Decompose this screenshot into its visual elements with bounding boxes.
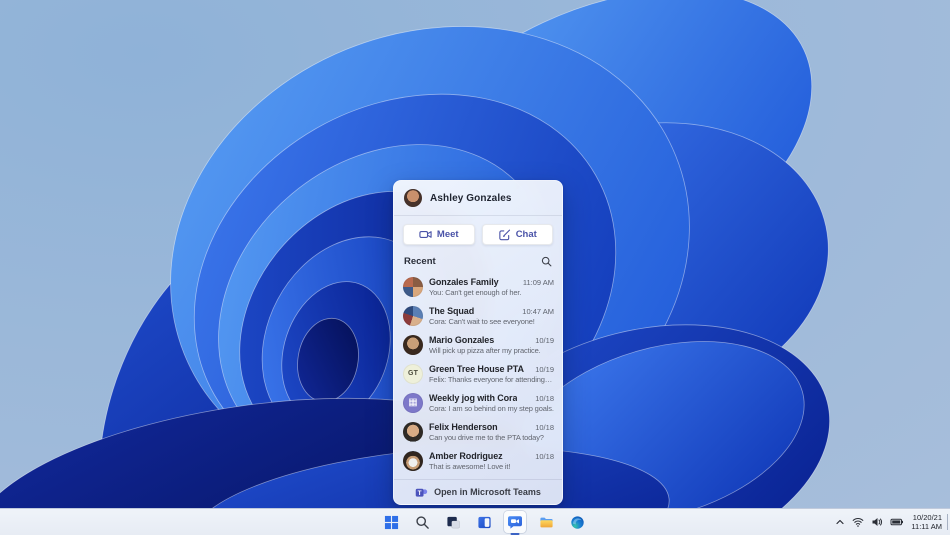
conversation-avatar <box>403 450 423 471</box>
tray-chevron-button[interactable] <box>835 517 845 527</box>
svg-text:T: T <box>418 489 422 496</box>
conversation-preview: Cora: I am so behind on my step goals. <box>429 403 554 413</box>
conversation-row[interactable]: The Squad 10:47 AM Cora: Can't wait to s… <box>394 301 562 330</box>
network-button[interactable] <box>852 516 864 528</box>
conversation-name: The Squad <box>429 305 475 316</box>
user-name: Ashley Gonzales <box>430 192 512 204</box>
meet-button-label: Meet <box>436 229 459 240</box>
conversation-time: 11:09 AM <box>522 277 554 287</box>
conversation-avatar <box>403 276 423 297</box>
widgets-icon <box>477 516 491 528</box>
conversation-time: 10/18 <box>535 422 554 432</box>
conversation-time: 10/18 <box>535 451 554 461</box>
windows-start-icon <box>384 515 398 529</box>
taskbar-date: 10/20/21 <box>912 513 942 522</box>
conversation-list: Gonzales Family 11:09 AM You: Can't get … <box>394 271 562 479</box>
calendar-avatar <box>403 392 423 413</box>
folder-icon <box>539 517 553 527</box>
taskbar-clock[interactable]: 10/20/21 11:11 AM <box>911 513 942 531</box>
conversation-name: Felix Henderson <box>429 421 498 432</box>
chat-button[interactable]: Chat <box>481 224 553 245</box>
conversation-name: Amber Rodriguez <box>429 450 503 461</box>
conversation-row[interactable]: Weekly jog with Cora 10/18 Cora: I am so… <box>394 388 562 417</box>
conversation-row[interactable]: Mario Gonzales 10/19 Will pick up pizza … <box>394 330 562 359</box>
conversation-preview: Felix: Thanks everyone for attending tod… <box>429 374 554 384</box>
conversation-preview: You: Can't get enough of her. <box>429 287 522 297</box>
conversation-preview: Can you drive me to the PTA today? <box>429 432 544 442</box>
recent-header: Recent <box>394 254 562 271</box>
system-tray: 10/20/21 11:11 AM <box>835 509 942 535</box>
user-avatar[interactable] <box>404 189 422 207</box>
compose-icon <box>498 229 510 241</box>
edge-button[interactable] <box>566 511 588 533</box>
recent-label: Recent <box>404 256 436 267</box>
chat-bubble-icon <box>508 516 522 529</box>
conversation-avatar: GT <box>403 363 423 384</box>
teams-chat-button[interactable] <box>504 511 526 535</box>
file-explorer-button[interactable] <box>535 511 557 533</box>
search-icon <box>415 515 429 529</box>
conversation-time: 10/19 <box>535 335 554 345</box>
conversation-row[interactable]: Felix Henderson 10/18 Can you drive me t… <box>394 417 562 446</box>
open-in-teams-label: Open in Microsoft Teams <box>434 487 541 497</box>
video-camera-icon <box>419 230 432 239</box>
battery-icon <box>890 518 904 526</box>
conversation-preview: Will pick up pizza after my practice. <box>429 345 541 355</box>
chat-button-label: Chat <box>515 229 537 240</box>
conversation-preview: That is awesome! Love it! <box>429 461 511 471</box>
search-icon[interactable] <box>541 256 552 267</box>
taskbar-center-icons <box>380 509 588 535</box>
taskbar-time: 11:11 AM <box>911 522 942 531</box>
taskbar: 10/20/21 11:11 AM <box>0 508 950 535</box>
conversation-name: Green Tree House PTA <box>429 363 524 374</box>
battery-button[interactable] <box>890 516 904 528</box>
speaker-icon <box>872 518 883 526</box>
action-buttons: Meet Chat <box>394 216 562 254</box>
conversation-avatar <box>403 305 423 326</box>
microsoft-teams-icon: T <box>415 488 428 496</box>
conversation-row[interactable]: GT Green Tree House PTA 10/19 Felix: Tha… <box>394 359 562 388</box>
conversation-time: 10:47 AM <box>522 306 554 316</box>
conversation-name: Mario Gonzales <box>429 334 495 345</box>
conversation-time: 10/18 <box>535 393 554 403</box>
wifi-icon <box>853 518 864 527</box>
open-in-teams-button[interactable]: T Open in Microsoft Teams <box>394 479 562 504</box>
volume-button[interactable] <box>871 516 883 528</box>
chat-header: Ashley Gonzales <box>394 181 562 216</box>
conversation-row[interactable]: Gonzales Family 11:09 AM You: Can't get … <box>394 272 562 301</box>
conversation-preview: Cora: Can't wait to see everyone! <box>429 316 535 326</box>
conversation-row[interactable]: Amber Rodriguez 10/18 That is awesome! L… <box>394 446 562 475</box>
task-view-icon <box>446 516 460 528</box>
conversation-avatar <box>403 334 423 355</box>
edge-browser-icon <box>570 515 584 529</box>
meet-button[interactable]: Meet <box>403 224 475 245</box>
conversation-time: 10/19 <box>535 364 554 374</box>
chevron-up-icon <box>836 519 845 525</box>
widgets-button[interactable] <box>473 511 495 533</box>
teams-chat-flyout: Ashley Gonzales Meet Chat Recent Gonzale… <box>393 180 563 505</box>
search-button[interactable] <box>411 511 433 533</box>
conversation-avatar <box>403 421 423 442</box>
task-view-button[interactable] <box>442 511 464 533</box>
conversation-name: Weekly jog with Cora <box>429 392 518 403</box>
conversation-name: Gonzales Family <box>429 276 499 287</box>
start-button[interactable] <box>380 511 402 533</box>
